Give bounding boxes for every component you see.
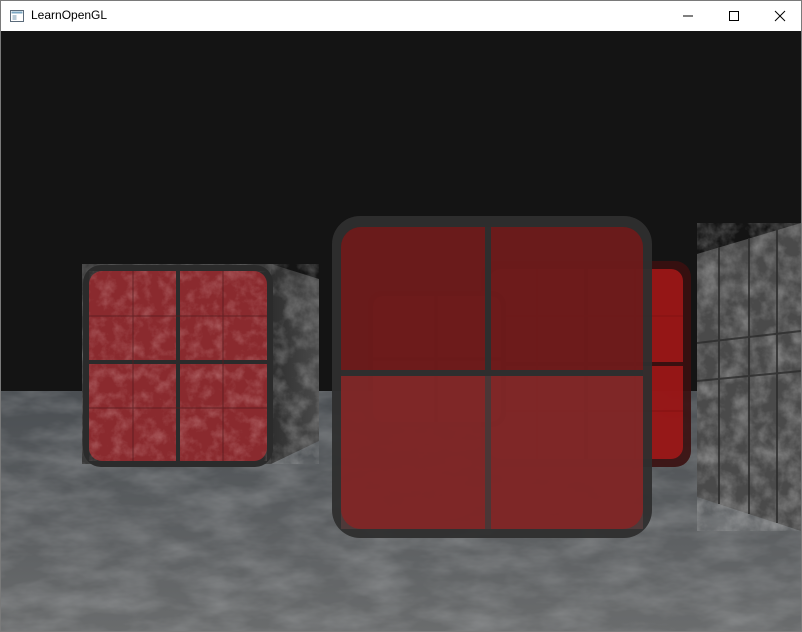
maximize-icon (729, 11, 739, 21)
close-button[interactable] (757, 1, 802, 31)
window-glass-front (332, 216, 652, 538)
window-glass-left (83, 265, 273, 467)
title-bar[interactable]: LearnOpenGL (1, 1, 801, 31)
scene-render (1, 216, 801, 631)
opengl-viewport[interactable] (1, 31, 801, 631)
app-window: LearnOpenGL (0, 0, 802, 632)
close-icon (774, 10, 786, 22)
window-app-icon (10, 9, 24, 22)
minimize-button[interactable] (665, 1, 711, 31)
marble-cube-right (696, 223, 801, 531)
maximize-button[interactable] (711, 1, 757, 31)
minimize-icon (683, 15, 693, 17)
window-title: LearnOpenGL (31, 8, 108, 22)
